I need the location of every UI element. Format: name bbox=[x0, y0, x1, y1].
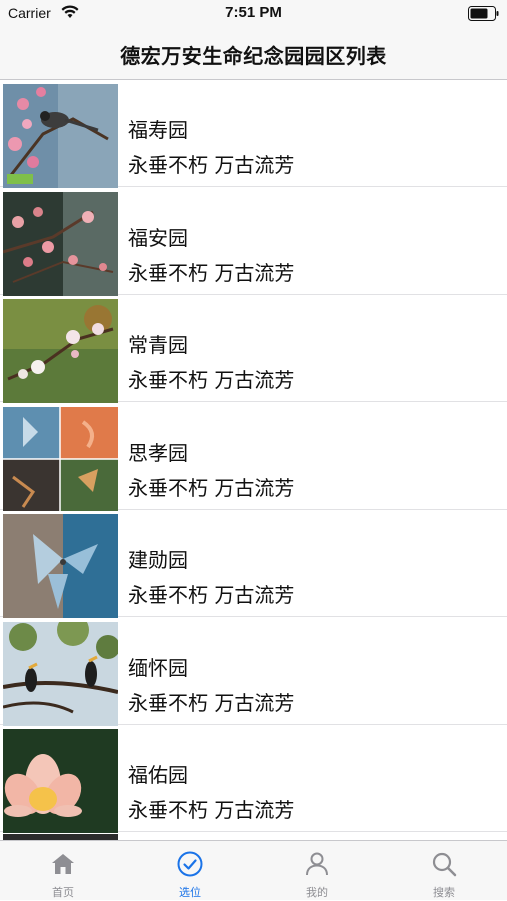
park-motto: 永垂不朽 万古流芳 bbox=[128, 690, 295, 715]
checkmark-circle-icon bbox=[177, 851, 203, 877]
person-icon bbox=[306, 852, 328, 876]
lotus-flower-image bbox=[3, 729, 118, 833]
crystal-butterfly-image bbox=[3, 514, 118, 618]
hornbill-birds-image bbox=[3, 621, 118, 726]
battery-icon bbox=[468, 6, 499, 21]
park-name: 福佑园 bbox=[128, 763, 188, 787]
list-item[interactable]: 建勋园 永垂不朽 万古流芳 bbox=[0, 511, 507, 618]
park-name: 福寿园 bbox=[128, 118, 188, 142]
park-name: 缅怀园 bbox=[128, 655, 188, 680]
plum-blossom-image bbox=[3, 191, 118, 296]
tab-profile[interactable]: 我的 bbox=[254, 841, 380, 901]
search-icon bbox=[432, 852, 457, 877]
park-motto: 永垂不朽 万古流芳 bbox=[128, 153, 295, 177]
park-name: 建勋园 bbox=[128, 548, 188, 572]
list-item[interactable]: 思孝园 永垂不朽 万古流芳 bbox=[0, 403, 507, 511]
page-title: 德宏万安生命纪念园园区列表 bbox=[120, 44, 387, 68]
tab-home[interactable]: 首页 bbox=[0, 841, 126, 901]
park-name: 常青园 bbox=[128, 333, 188, 357]
list-item[interactable]: 福佑园 永垂不朽 万古流芳 bbox=[0, 726, 507, 833]
tab-label: 我的 bbox=[306, 886, 328, 899]
white-blossom-image bbox=[3, 299, 118, 403]
status-bar: Carrier 7:51 PM bbox=[0, 0, 507, 28]
tab-label: 搜索 bbox=[433, 886, 455, 899]
park-motto: 永垂不朽 万古流芳 bbox=[128, 368, 295, 392]
bird-on-plum-blossom-image bbox=[3, 84, 118, 188]
park-motto: 永垂不朽 万古流芳 bbox=[128, 260, 295, 285]
tab-label: 选位 bbox=[179, 886, 201, 899]
home-icon bbox=[52, 854, 74, 874]
tab-label: 首页 bbox=[52, 886, 74, 899]
butterfly-collage-image bbox=[3, 406, 118, 511]
park-name: 福安园 bbox=[128, 225, 188, 250]
list-item[interactable]: 福安园 永垂不朽 万古流芳 bbox=[0, 188, 507, 296]
clock: 7:51 PM bbox=[225, 4, 282, 21]
park-name: 思孝园 bbox=[128, 440, 188, 465]
park-motto: 永垂不朽 万古流芳 bbox=[128, 583, 295, 607]
park-motto: 永垂不朽 万古流芳 bbox=[128, 798, 295, 822]
list-item[interactable]: 常青园 永垂不朽 万古流芳 bbox=[0, 296, 507, 403]
list-item[interactable]: 福寿园 永垂不朽 万古流芳 bbox=[0, 81, 507, 188]
list-item[interactable]: 缅怀园 永垂不朽 万古流芳 bbox=[0, 618, 507, 726]
navigation-bar: 德宏万安生命纪念园园区列表 bbox=[0, 28, 507, 80]
park-motto: 永垂不朽 万古流芳 bbox=[128, 475, 295, 500]
tab-select-plot[interactable]: 选位 bbox=[127, 841, 253, 901]
park-list[interactable]: 福寿园 永垂不朽 万古流芳 福安园 永垂不朽 万古流芳 常青园 永垂不朽 万古流… bbox=[0, 81, 507, 833]
tab-bar: 首页 选位 我的 搜索 bbox=[0, 840, 507, 900]
tab-search[interactable]: 搜索 bbox=[381, 841, 507, 901]
